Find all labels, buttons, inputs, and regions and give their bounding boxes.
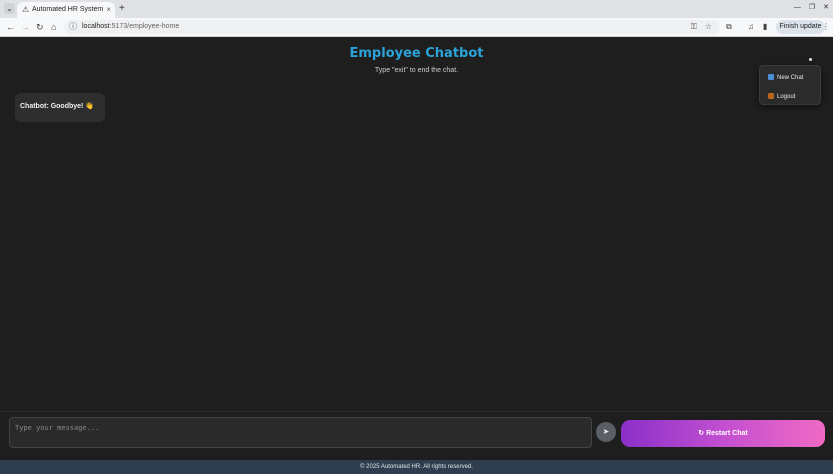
- send-button[interactable]: ➤: [596, 422, 616, 442]
- close-window-icon[interactable]: ✕: [823, 3, 829, 13]
- url-text: localhost:5173/employee-home: [82, 21, 179, 33]
- composer-divider: [0, 411, 833, 412]
- home-icon[interactable]: ⌂: [51, 21, 56, 33]
- minimize-icon[interactable]: —: [794, 3, 801, 13]
- window-controls: — ❐ ✕: [794, 3, 829, 13]
- menu-item-logout[interactable]: Logout: [768, 93, 795, 102]
- url-path: :5173/employee-home: [109, 23, 180, 30]
- restart-chat-button[interactable]: ↻ Restart Chat: [621, 420, 825, 447]
- forward-icon[interactable]: →: [21, 21, 30, 33]
- menu-item-new-chat[interactable]: New Chat: [768, 74, 803, 83]
- maximize-icon[interactable]: ❐: [809, 3, 815, 13]
- address-bar[interactable]: ⓘ localhost:5173/employee-home ⚿ ☆: [64, 20, 720, 34]
- browser-menu-icon[interactable]: ⋮: [822, 21, 830, 33]
- browser-tab[interactable]: ⚠ Automated HR System ×: [17, 2, 115, 18]
- back-icon[interactable]: ←: [6, 21, 15, 33]
- page-title: Employee Chatbot: [349, 46, 484, 61]
- tab-close-icon[interactable]: ×: [106, 5, 111, 15]
- logout-icon: [768, 93, 774, 99]
- chat-options-menu: New Chat Logout: [759, 65, 821, 105]
- media-control-icon[interactable]: ♫: [748, 21, 754, 33]
- chat-page: Employee Chatbot Type "exit" to end the …: [0, 37, 833, 474]
- extensions-icon[interactable]: ⧉: [726, 21, 732, 33]
- reload-icon[interactable]: ↻: [36, 21, 44, 33]
- message-input[interactable]: [9, 417, 592, 448]
- finish-update-button[interactable]: Finish update: [776, 20, 825, 34]
- url-host: localhost: [82, 23, 110, 30]
- tab-search-icon[interactable]: ⌄: [4, 3, 15, 14]
- favicon-icon: ⚠: [22, 5, 30, 14]
- footer-text: © 2025 Automated HR. All rights reserved…: [360, 464, 473, 470]
- password-key-icon[interactable]: ⚿: [691, 21, 697, 33]
- address-bar-actions: ⚿ ☆: [691, 21, 712, 33]
- new-chat-icon: [768, 74, 774, 80]
- chat-message-text: Chatbot: Goodbye! 👋: [20, 103, 95, 110]
- menu-item-label: Logout: [777, 94, 796, 100]
- send-icon: ➤: [602, 427, 610, 436]
- page-subtitle: Type "exit" to end the chat.: [374, 67, 459, 74]
- page-footer: © 2025 Automated HR. All rights reserved…: [0, 460, 833, 474]
- chat-message-bubble: Chatbot: Goodbye! 👋: [15, 93, 105, 122]
- tab-title: Automated HR System: [32, 6, 104, 13]
- menu-item-label: New Chat: [777, 75, 804, 81]
- profile-icon[interactable]: ▮: [763, 21, 767, 33]
- bookmark-star-icon[interactable]: ☆: [705, 21, 712, 33]
- browser-toolbar: ← → ↻ ⌂ ⓘ localhost:5173/employee-home ⚿…: [0, 18, 833, 37]
- menu-toggle-icon[interactable]: [809, 58, 812, 61]
- new-tab-icon[interactable]: +: [119, 3, 125, 14]
- browser-tab-bar: ⌄ ⚠ Automated HR System × + — ❐ ✕: [0, 0, 833, 18]
- site-info-icon[interactable]: ⓘ: [69, 21, 77, 33]
